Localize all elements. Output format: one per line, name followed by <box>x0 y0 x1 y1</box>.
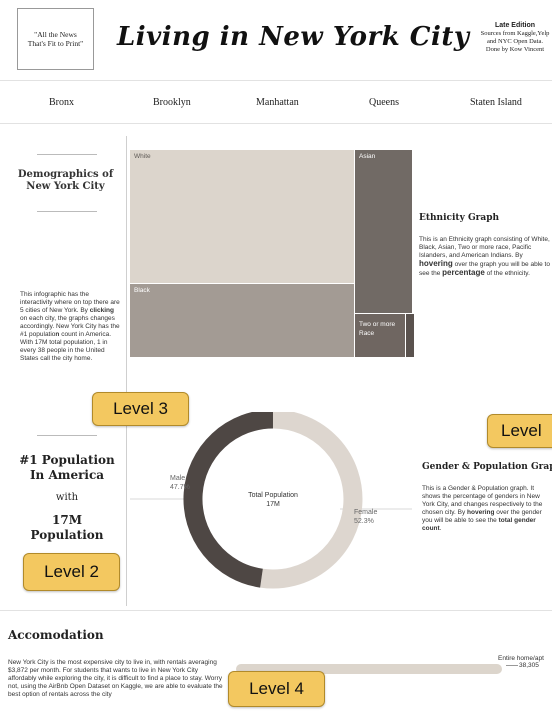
level-2-badge: Level 2 <box>23 553 120 591</box>
header-divider <box>0 80 552 81</box>
level-3-badge: Level 3 <box>92 392 189 426</box>
tile-other[interactable] <box>406 314 414 357</box>
gender-hover: hovering <box>467 509 495 516</box>
tile-black-label: Black <box>134 287 150 294</box>
edition-box: Late Edition Sources from Kaggle,Yelp an… <box>480 22 550 54</box>
ethnicity-desc-post: of the ethnicity. <box>484 270 530 277</box>
tile-two-or-more-label: Two or more Race <box>359 321 396 337</box>
intro-text: This infographic has the interactivity w… <box>20 291 122 363</box>
entire-home-value: 38,305 <box>519 662 539 669</box>
donut-center-value: 17M <box>266 501 280 508</box>
population-title: 17M Population <box>30 513 104 542</box>
ear-text: "All the News That's Fit to Print" <box>27 30 84 48</box>
gender-desc: This is a Gender & Population graph. It … <box>422 485 552 533</box>
accommodation-divider <box>0 610 552 611</box>
with-text: with <box>55 492 79 503</box>
bar-value-tick <box>506 665 518 666</box>
gender-desc-post: . <box>439 525 442 532</box>
edition-label: Late Edition <box>494 22 536 29</box>
male-label-group: Male 47.7% <box>170 474 190 492</box>
tile-black[interactable]: Black <box>130 284 354 357</box>
rank-rule <box>37 435 97 436</box>
edition-credit: Done by Kow Vincent <box>485 46 545 53</box>
intro-click: clicking <box>89 307 114 314</box>
ethnicity-hover: hovering <box>419 259 453 268</box>
donut-center-label: Total Population <box>248 492 298 499</box>
female-label-group: Female 52.3% <box>354 508 377 526</box>
ethnicity-treemap: White Asian Black Two or more Race <box>130 150 414 357</box>
sidebar-divider <box>126 136 127 606</box>
ethnicity-desc-pre: This is an Ethnicity graph consisting of… <box>419 236 550 259</box>
male-pct: 47.7% <box>170 484 190 491</box>
masthead-title: Living in New York City <box>117 22 470 52</box>
ethnicity-percentage: percentage <box>442 268 485 277</box>
section-title: Demographics of New York City <box>17 169 114 192</box>
nav-queens[interactable]: Queens <box>369 97 399 108</box>
female-label: Female <box>354 509 378 516</box>
tile-white-label: White <box>134 153 151 160</box>
newspaper-ear: "All the News That's Fit to Print" <box>17 8 94 70</box>
nav-manhattan[interactable]: Manhattan <box>256 97 299 108</box>
tile-white[interactable]: White <box>130 150 354 283</box>
nav-brooklyn[interactable]: Brooklyn <box>153 97 191 108</box>
ethnicity-desc: This is an Ethnicity graph consisting of… <box>419 236 551 278</box>
nav-bronx[interactable]: Bronx <box>49 97 74 108</box>
accommodation-title: Accomodation <box>8 628 104 642</box>
title-rule-bottom <box>37 211 97 212</box>
gender-title: Gender & Population Graph <box>422 462 552 472</box>
tile-asian[interactable]: Asian <box>355 150 412 313</box>
level-badge-partial: Level <box>487 414 552 448</box>
edition-sources: Sources from Kaggle,Yelp and NYC Open Da… <box>480 30 550 45</box>
level-4-badge: Level 4 <box>228 671 325 707</box>
tile-asian-label: Asian <box>359 153 376 160</box>
male-label: Male <box>170 475 186 482</box>
accommodation-desc: New York City is the most expensive city… <box>8 659 223 698</box>
nav-divider <box>0 123 552 124</box>
title-rule-top <box>37 154 97 155</box>
female-pct: 52.3% <box>354 518 374 525</box>
entire-home-label: Entire home/apt <box>498 655 544 662</box>
nav-staten-island[interactable]: Staten Island <box>470 97 522 108</box>
ethnicity-title: Ethnicity Graph <box>419 213 500 223</box>
tile-two-or-more[interactable]: Two or more Race <box>355 314 405 357</box>
rank-title: #1 Population In America <box>19 453 115 482</box>
donut-center: Total Population 17M <box>218 491 328 509</box>
